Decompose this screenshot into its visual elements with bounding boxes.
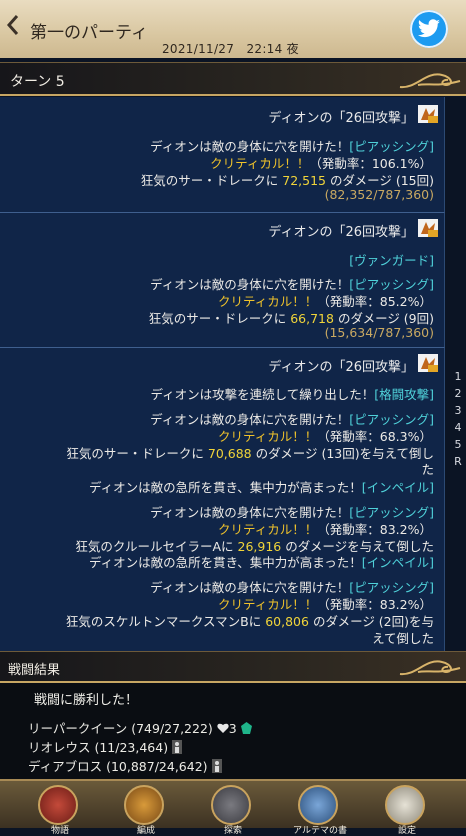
battle-results: 戦闘に勝利した！ リーパークイーン (749/27,222) 3 リオレウス (… (0, 683, 466, 779)
skill-icon (418, 354, 438, 372)
result-bar: 戦闘結果 (0, 651, 466, 683)
header-bar: 第一のパーティ 2021/11/27 22:14 夜 (0, 0, 466, 58)
attack-heading: ディオンの「26回攻撃」 (268, 111, 414, 126)
turn-label: ターン 5 (10, 74, 65, 90)
log-line: 狂気のサー・ドレークに 70,688 のダメージ (13回)を与えて倒し (66, 446, 434, 461)
party-title: 第一のパーティ (30, 23, 148, 43)
attack-heading: ディオンの「26回攻撃」 (268, 360, 414, 375)
attack-heading: ディオンの「26回攻撃」 (268, 225, 414, 240)
log-line: [ヴァンガード] (349, 253, 434, 268)
ornament-flourish-icon (399, 660, 461, 676)
bottom-nav: 物語 編成 探索 アルテマの書 設定 (0, 779, 466, 836)
log-entry: ディオンの「26回攻撃」 [ヴァンガード] ディオンは敵の身体に穴を開けた！[ピ… (0, 213, 445, 348)
gear-icon (385, 785, 425, 825)
log-line: ディオンは攻撃を連続して繰り出した！[格闘攻撃] (150, 387, 434, 402)
log-entry: ディオンの「26回攻撃」 ディオンは攻撃を連続して繰り出した！[格闘攻撃] ディ… (0, 348, 445, 651)
hp-readout: (82,352/787,360) (324, 187, 434, 202)
figure-icon (211, 759, 222, 773)
member-status: ディアブロス (10,887/24,642) (28, 756, 222, 775)
battle-log[interactable]: ディオンの「26回攻撃」 ディオンは敵の身体に穴を開けた！[ピアッシング] クリ… (0, 97, 466, 651)
emblem-icon (124, 785, 164, 825)
nav-story[interactable]: 物語 (30, 785, 90, 836)
gem-icon (240, 722, 252, 734)
nav-ultima-book[interactable]: アルテマの書 (290, 785, 350, 836)
side-tab-r[interactable]: R (452, 455, 464, 468)
nav-settings[interactable]: 設定 (377, 785, 437, 836)
hp-readout: (15,634/787,360) (324, 325, 434, 340)
log-line: ディオンは敵の急所を貫き、集中力が高まった！[インペイル] (88, 480, 434, 495)
twitter-bird-icon (418, 19, 440, 38)
side-tab-1[interactable]: 1 (452, 370, 464, 383)
member-status: リオレウス (11/23,464) (28, 737, 183, 756)
twitter-share-button[interactable] (410, 10, 448, 48)
ornament-flourish-icon (399, 73, 461, 89)
member-status: リーパークイーン (749/27,222) 3 (28, 718, 252, 737)
side-tab-4[interactable]: 4 (452, 421, 464, 434)
map-icon (211, 785, 251, 825)
nav-formation[interactable]: 編成 (116, 785, 176, 836)
phoenix-icon (38, 785, 78, 825)
result-label: 戦闘結果 (8, 663, 61, 678)
log-line: た (421, 462, 434, 477)
log-line: ディオンは敵の急所を貫き、集中力が高まった！[インペイル] (88, 555, 434, 570)
skill-icon (418, 105, 438, 123)
turn-bar: ターン 5 (0, 62, 466, 96)
chevron-left-icon[interactable] (6, 14, 20, 42)
log-line: えて倒した (372, 631, 434, 646)
figure-icon (172, 740, 183, 754)
side-tab-5[interactable]: 5 (452, 438, 464, 451)
nav-explore[interactable]: 探索 (203, 785, 263, 836)
skill-icon (418, 219, 438, 237)
datetime: 2021/11/27 22:14 夜 (162, 42, 299, 56)
victory-text: 戦闘に勝利した！ (34, 693, 139, 708)
scroll-icon (298, 785, 338, 825)
side-tab-3[interactable]: 3 (452, 404, 464, 417)
heart-icon (217, 723, 229, 733)
side-tab-2[interactable]: 2 (452, 387, 464, 400)
log-entry: ディオンの「26回攻撃」 ディオンは敵の身体に穴を開けた！[ピアッシング] クリ… (0, 97, 445, 213)
